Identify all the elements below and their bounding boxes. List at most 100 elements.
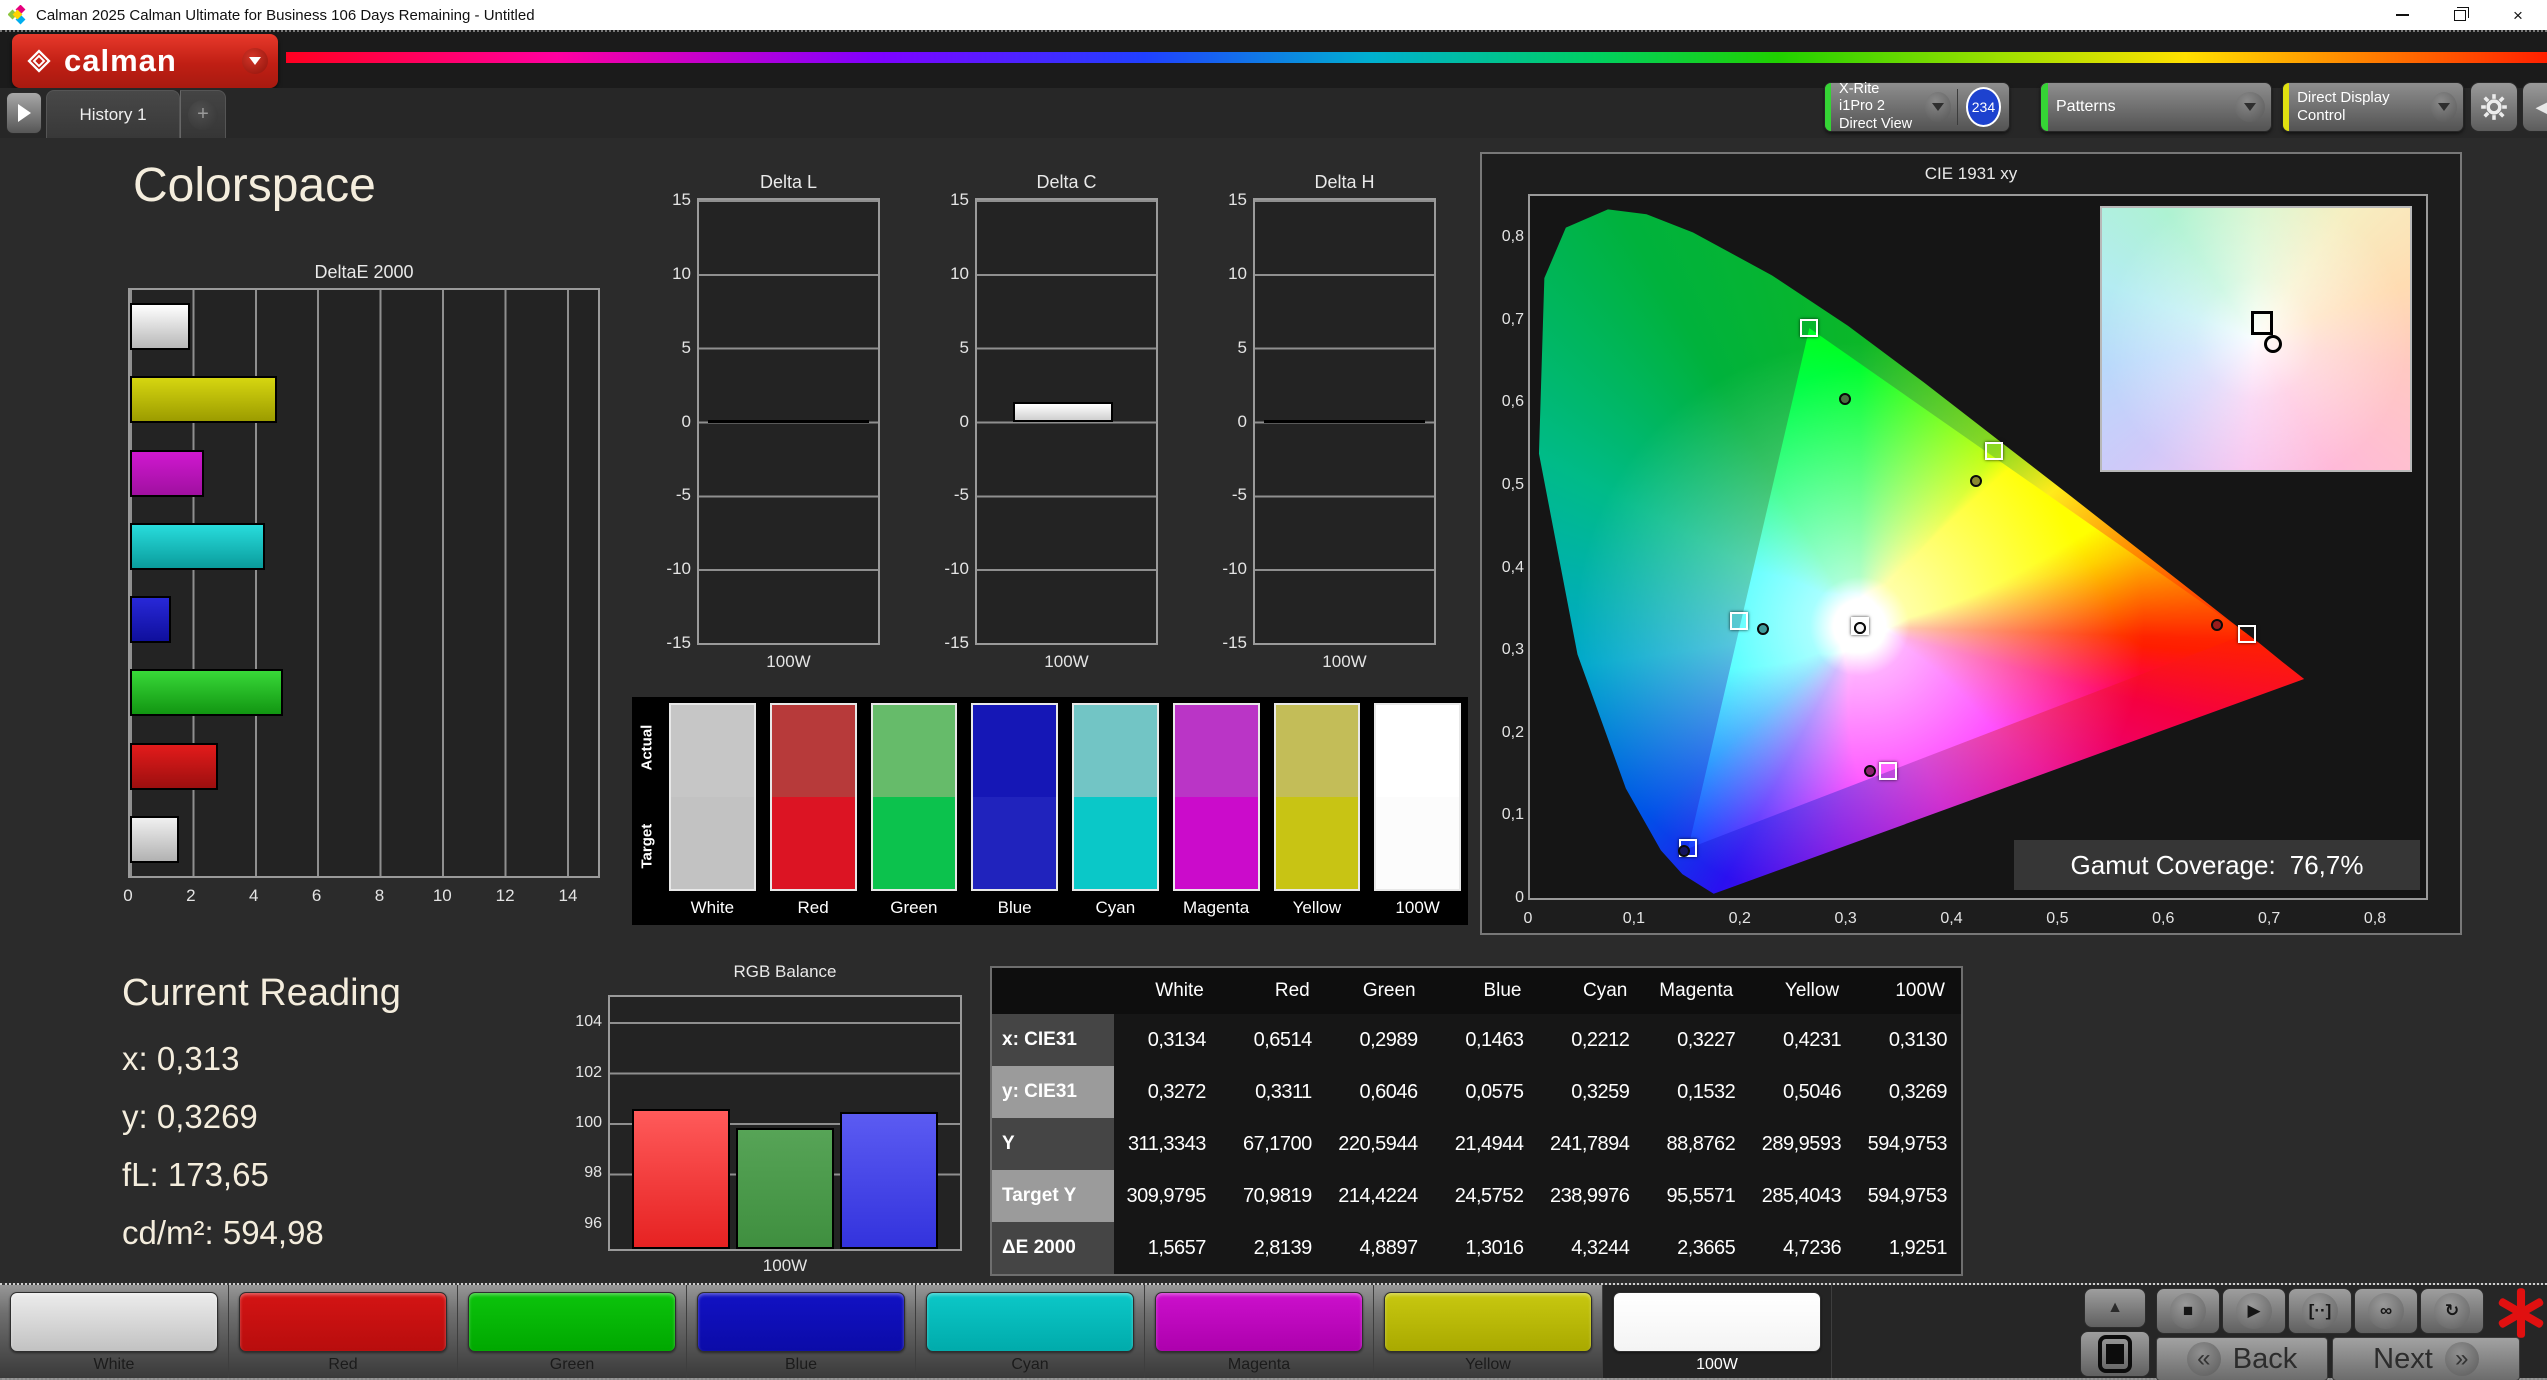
chevron-up-icon: ▲ <box>2107 1299 2123 1316</box>
table-column-header: Cyan <box>1537 968 1644 1014</box>
axis-tick-label: 0,6 <box>2152 910 2175 927</box>
calman-logo-text: calman <box>64 43 177 78</box>
transport-button[interactable]: ■ <box>2156 1288 2220 1334</box>
display-control-label: Direct Display Control <box>2297 89 2390 124</box>
pattern-button[interactable]: Blue <box>687 1285 916 1378</box>
page-title: Colorspace <box>133 159 376 212</box>
pattern-button[interactable]: 100W <box>1603 1285 1832 1378</box>
pattern-button[interactable]: Yellow <box>1374 1285 1603 1378</box>
axis-tick-label: 12 <box>495 886 515 905</box>
patterns-dropdown[interactable]: Patterns <box>2040 82 2272 132</box>
deltae-bar <box>130 303 191 351</box>
transport-button[interactable]: ↻ <box>2420 1288 2484 1334</box>
swatch-label: Red <box>797 898 829 917</box>
display-control-dropdown[interactable]: Direct Display Control <box>2282 82 2464 132</box>
settings-button[interactable] <box>2470 82 2518 132</box>
actual-row-label: Actual <box>638 724 656 771</box>
rgb-bar <box>839 1111 938 1249</box>
rgb-balance-plot: 104 102 100 98 96 <box>575 995 962 1251</box>
rgb-balance-title: RGB Balance <box>733 962 837 981</box>
transport-icon: ■ <box>2170 1293 2206 1329</box>
table-column-header: Green <box>1325 968 1432 1014</box>
table-column-header: Magenta <box>1643 968 1750 1014</box>
axis-tick-label: 0,7 <box>2258 910 2281 927</box>
transport-controls: ■ ▶ [··] ∞ ↻ <box>2156 1288 2484 1334</box>
axis-tick-label: -10 <box>1222 559 1247 579</box>
delta-h-plot: 15 10 5 0 -5 -10 -15 <box>1222 190 1436 652</box>
workflow-play-button[interactable] <box>6 92 42 134</box>
transport-button[interactable]: [··] <box>2288 1288 2352 1334</box>
calman-menu-button[interactable]: calman <box>12 34 278 88</box>
delta-c-bar <box>1012 402 1114 422</box>
reading-label: cd/m²: <box>122 1214 214 1251</box>
table-cell: 1,5657 <box>1147 1236 1207 1259</box>
pattern-bar-right: ▲ ■ ▶ [··] ∞ ↻ « Back Next » <box>1832 1285 2547 1380</box>
meter-dropdown[interactable]: X-Rite i1Pro 2 Direct View 234 <box>1824 81 2010 132</box>
rainbow-gradient-bar <box>286 52 2547 63</box>
table-cell: 220,5944 <box>1338 1132 1418 1155</box>
swatch-column: 100W <box>1374 703 1461 925</box>
pattern-button[interactable]: Red <box>229 1285 458 1378</box>
pattern-button[interactable]: Green <box>458 1285 687 1378</box>
cie-plot: Gamut Coverage: 76,7% 0,8 0,7 0,6 0,5 0,4 0,3… <box>1502 194 2428 906</box>
gear-icon <box>2481 94 2507 120</box>
gamut-coverage-label: Gamut Coverage: <box>2070 849 2276 880</box>
back-button-label: Back <box>2232 1342 2298 1375</box>
reading-label: fL: <box>122 1156 159 1193</box>
swatch-column: Blue <box>971 703 1058 925</box>
reading-label: x: <box>122 1040 148 1077</box>
close-button[interactable]: × <box>2489 0 2547 30</box>
next-button[interactable]: Next » <box>2332 1337 2520 1380</box>
axis-tick-label: 0,5 <box>1501 476 1524 494</box>
transport-button[interactable]: ▶ <box>2222 1288 2286 1334</box>
table-cell: 241,7894 <box>1549 1132 1630 1155</box>
collapse-panel-button[interactable]: ◀ <box>2522 82 2547 132</box>
swatch-column: Cyan <box>1072 703 1159 925</box>
axis-tick-label: 0,4 <box>1940 910 1963 927</box>
axis-tick-label: 0,5 <box>2046 910 2069 927</box>
cie-measured-point <box>1839 392 1852 405</box>
pattern-button[interactable]: Magenta <box>1145 1285 1374 1378</box>
transport-icon: ▶ <box>2236 1293 2272 1329</box>
patterns-status-indicator <box>2041 83 2048 131</box>
axis-tick-label: 8 <box>374 886 385 905</box>
add-tab-button[interactable]: + <box>180 90 226 138</box>
table-cell: 214,4224 <box>1338 1184 1418 1207</box>
table-cell: 67,1700 <box>1242 1132 1312 1155</box>
pattern-button-label: White <box>93 1356 135 1373</box>
meter-count-badge[interactable]: 234 <box>1965 87 2001 127</box>
pattern-button[interactable]: Cyan <box>916 1285 1145 1378</box>
target-swatch <box>671 797 754 889</box>
table-cell: 0,3259 <box>1571 1080 1630 1103</box>
maximize-button[interactable] <box>2431 0 2489 30</box>
pattern-window-up-button[interactable]: ▲ <box>2084 1288 2146 1328</box>
current-reading-list: x: 0,313 y: 0,3269 fL: 173,65 cd/m²: 594… <box>122 1040 442 1272</box>
rgb-y-axis: 104 102 100 98 96 <box>558 1013 602 1232</box>
transport-button[interactable]: ∞ <box>2354 1288 2418 1334</box>
table-row-label: x: CIE31 <box>992 1014 1114 1066</box>
calman-diamond-icon <box>27 49 51 73</box>
swatch-column: Yellow <box>1273 703 1361 925</box>
rgb-bars <box>610 997 960 1249</box>
tab-history-1[interactable]: History 1 <box>46 90 180 138</box>
back-button[interactable]: « Back <box>2156 1337 2328 1380</box>
reading-label: y: <box>122 1098 148 1135</box>
pattern-window-button[interactable] <box>2080 1331 2150 1377</box>
chevrons-right-icon: » <box>2444 1342 2479 1376</box>
tab-label: History 1 <box>79 104 147 124</box>
pattern-button[interactable]: White <box>0 1285 229 1378</box>
minimize-button[interactable] <box>2373 0 2431 30</box>
actual-swatch <box>973 705 1056 797</box>
table-cell: 0,1463 <box>1465 1028 1524 1051</box>
axis-tick-label: 0 <box>959 411 969 431</box>
swatch-label: White <box>690 898 735 917</box>
calman-menu-caret[interactable] <box>242 48 268 74</box>
axis-tick-label: 100 <box>575 1113 602 1131</box>
table-cell: 0,3227 <box>1677 1028 1736 1051</box>
deltae-bar-row <box>130 363 598 436</box>
swatch-column: Green <box>870 703 958 925</box>
swatch <box>669 703 756 891</box>
table-cell: 0,3272 <box>1147 1080 1207 1103</box>
axis-tick-label: 0 <box>123 886 133 905</box>
swatch-label: 100W <box>1395 898 1440 917</box>
